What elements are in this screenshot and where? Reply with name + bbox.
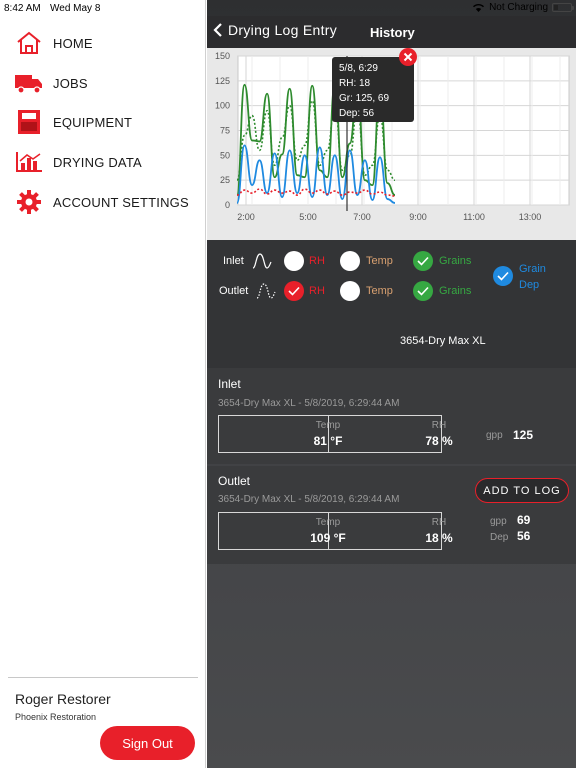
- status-date: Wed May 8: [50, 3, 101, 14]
- tooltip-close-button[interactable]: [399, 48, 417, 66]
- outlet-reading-box: Temp 109 °F RH 18 %: [218, 512, 453, 550]
- sidebar-item-label: EQUIPMENT: [53, 114, 133, 130]
- outlet-dep-value: 56: [517, 529, 531, 543]
- y-tick-label: 125: [215, 76, 230, 86]
- inlet-rh-value: 78 %: [425, 434, 453, 448]
- sidebar-item-home[interactable]: HOME: [14, 29, 199, 57]
- tooltip-line: Gr: 125, 69: [339, 93, 390, 104]
- outlet-title: Outlet: [218, 474, 251, 488]
- inlet-gpp-value: 125: [513, 428, 534, 442]
- outlet-temp-label: Temp: [366, 285, 393, 297]
- sidebar: HOME JOBS EQUIPMENT DRYING DATA ACCOUNT …: [0, 0, 206, 768]
- device-name: 3654-Dry Max XL: [400, 335, 486, 347]
- sidebar-item-equipment[interactable]: EQUIPMENT: [14, 108, 199, 136]
- inlet-grains-label: Grains: [439, 255, 472, 267]
- sidebar-item-label: JOBS: [53, 75, 88, 91]
- chevron-left-icon: [213, 23, 222, 37]
- grain-dep-label-line1: Grain: [519, 263, 546, 275]
- outlet-gpp-value: 69: [517, 513, 531, 527]
- inlet-temp-label: Temp: [366, 255, 393, 267]
- inlet-gpp-label: gpp: [486, 430, 503, 441]
- home-icon: [14, 29, 44, 57]
- status-time: 8:42 AM: [4, 3, 41, 14]
- sidebar-item-label: HOME: [53, 35, 93, 51]
- chart-icon: [14, 148, 44, 176]
- sidebar-item-account-settings[interactable]: ACCOUNT SETTINGS: [14, 188, 199, 216]
- truck-icon: [14, 69, 44, 97]
- outlet-rh-toggle[interactable]: [284, 281, 304, 301]
- grain-dep-label-line2: Dep: [519, 279, 540, 291]
- legend-inlet-label: Inlet: [223, 255, 244, 267]
- wifi-icon: [473, 4, 485, 12]
- dotted-wave-icon: [256, 283, 276, 299]
- inlet-rh-toggle[interactable]: [284, 251, 304, 271]
- solid-wave-icon: [252, 253, 272, 269]
- outlet-gpp-label: gpp: [490, 516, 507, 527]
- y-tick-label: 100: [215, 101, 230, 111]
- inlet-title: Inlet: [218, 377, 241, 391]
- y-tick-label: 75: [220, 126, 230, 136]
- inlet-rh-cell: RH 78 %: [329, 416, 452, 452]
- sidebar-item-drying-data[interactable]: DRYING DATA: [14, 148, 199, 176]
- main-panel: Drying Log Entry History 0 25 50 75 100 125 15…: [207, 0, 576, 768]
- page-title: History: [370, 25, 415, 40]
- x-tick-label: 11:00: [463, 212, 485, 222]
- add-to-log-button[interactable]: ADD TO LOG: [475, 478, 569, 503]
- inlet-subtitle: 3654-Dry Max XL - 5/8/2019, 6:29:44 AM: [218, 398, 400, 409]
- outlet-dep-label: Dep: [490, 532, 509, 543]
- outlet-temp-toggle[interactable]: [340, 281, 360, 301]
- battery-text: Not Charging: [489, 2, 548, 13]
- check-icon: [288, 286, 300, 296]
- inlet-rh-label-cell: RH: [431, 420, 447, 431]
- y-tick-label: 50: [220, 150, 230, 160]
- x-tick-label: 5:00: [299, 212, 317, 222]
- grain-dep-toggle[interactable]: [493, 266, 513, 286]
- status-bar: 8:42 AM Wed May 8 Not Charging: [0, 0, 576, 16]
- status-right: Not Charging: [472, 2, 574, 13]
- inlet-rh-label: RH: [309, 255, 325, 267]
- outlet-rh-label: RH: [309, 285, 325, 297]
- sidebar-item-label: DRYING DATA: [53, 154, 142, 170]
- y-tick-label: 0: [225, 200, 230, 210]
- app-root: 8:42 AM Wed May 8 Not Charging HOME JOBS: [0, 0, 576, 768]
- inlet-grains-toggle[interactable]: [413, 251, 433, 271]
- outlet-grains-label: Grains: [439, 285, 472, 297]
- user-name: Roger Restorer: [15, 691, 111, 707]
- outlet-grains-toggle[interactable]: [413, 281, 433, 301]
- back-button[interactable]: Drying Log Entry: [211, 22, 337, 38]
- back-label: Drying Log Entry: [228, 22, 338, 38]
- close-icon: [403, 52, 413, 62]
- inlet-temp-toggle[interactable]: [340, 251, 360, 271]
- outlet-temp-cell: Temp 109 °F: [219, 513, 346, 549]
- tooltip-line: RH: 18: [339, 78, 371, 89]
- inlet-reading-block: Inlet 3654-Dry Max XL - 5/8/2019, 6:29:4…: [207, 368, 576, 464]
- sign-out-button[interactable]: Sign Out: [100, 726, 195, 760]
- gear-icon: [14, 188, 44, 216]
- y-tick-label: 25: [220, 175, 230, 185]
- sidebar-item-label: ACCOUNT SETTINGS: [53, 194, 189, 210]
- battery-icon: [552, 3, 574, 12]
- check-icon: [417, 286, 429, 296]
- company-name: Phoenix Restoration: [15, 712, 97, 722]
- inlet-temp-cell: Temp 81 °F: [219, 416, 342, 452]
- chart-tooltip: 5/8, 6:29 RH: 18 Gr: 125, 69 Dep: 56: [332, 57, 414, 122]
- legend-outlet-label: Outlet: [219, 285, 249, 297]
- check-icon: [497, 271, 509, 281]
- tooltip-line: Dep: 56: [339, 108, 375, 119]
- equipment-icon: [14, 108, 44, 136]
- outlet-rh-label-cell: RH: [431, 517, 447, 528]
- header-bar: Drying Log Entry History: [207, 16, 576, 48]
- outlet-subtitle: 3654-Dry Max XL - 5/8/2019, 6:29:44 AM: [218, 494, 400, 505]
- sidebar-item-jobs[interactable]: JOBS: [14, 69, 199, 97]
- outlet-rh-cell: RH 18 %: [329, 513, 452, 549]
- x-tick-label: 13:00: [519, 212, 542, 222]
- x-tick-label: 7:00: [353, 212, 371, 222]
- sidebar-divider: [8, 677, 198, 678]
- outlet-rh-value: 18 %: [425, 531, 453, 545]
- x-tick-label: 9:00: [409, 212, 427, 222]
- inlet-reading-box: Temp 81 °F RH 78 %: [218, 415, 453, 453]
- y-tick-label: 150: [215, 51, 230, 61]
- x-tick-label: 2:00: [237, 212, 255, 222]
- check-icon: [417, 256, 429, 266]
